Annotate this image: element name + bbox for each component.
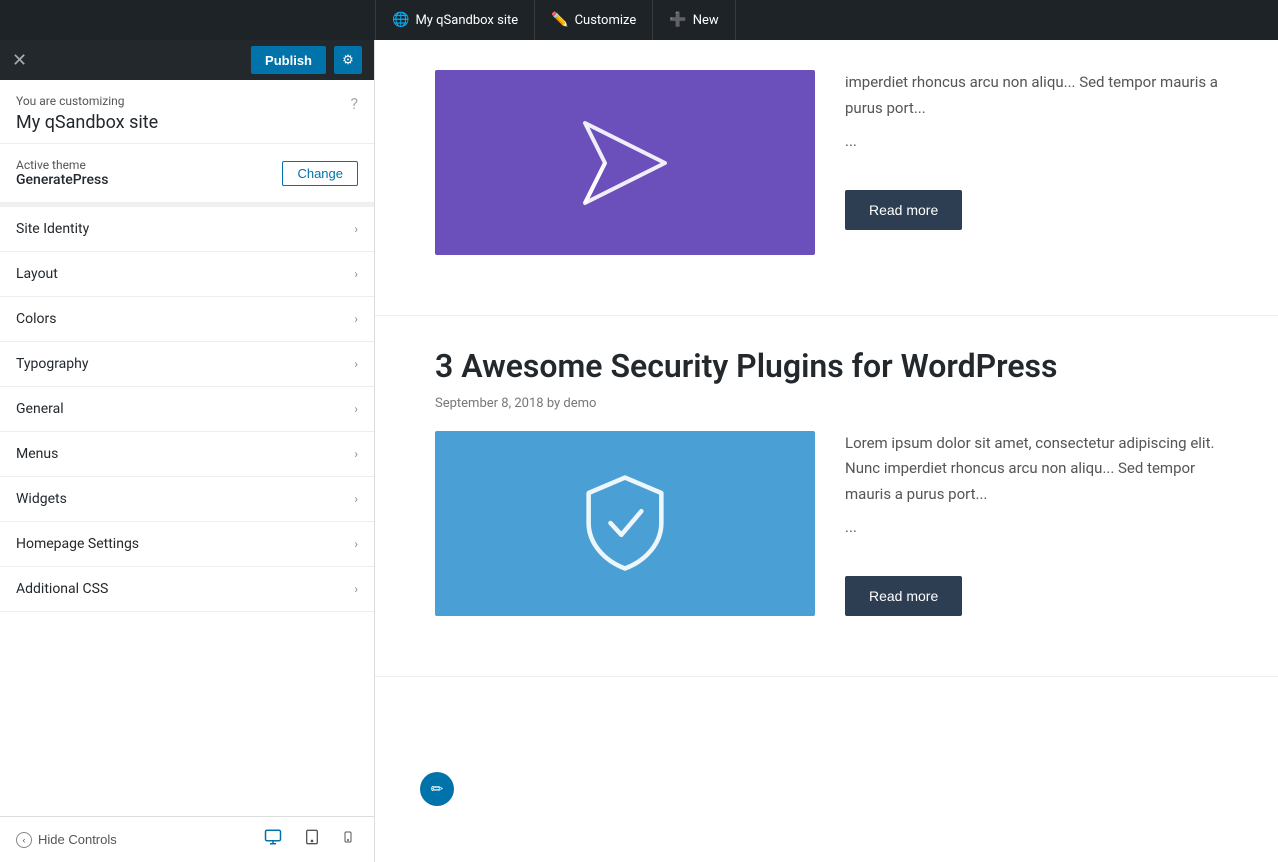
sidebar-menu: Site Identity › Layout › Colors › Typogr… [0, 207, 374, 816]
post-image-2 [435, 431, 815, 616]
active-theme-label: Active theme [16, 158, 108, 172]
main-layout: ✕ Publish ⚙ You are customizing My qSand… [0, 40, 1278, 862]
customize-icon: ✏️ [551, 12, 568, 28]
desktop-icon [264, 828, 282, 846]
read-more-button-1[interactable]: Read more [845, 190, 962, 230]
colors-label: Colors [16, 311, 56, 327]
sidebar-item-menus[interactable]: Menus › [0, 432, 374, 477]
top-bar-tabs: 🌐 My qSandbox site ✏️ Customize ➕ New [375, 0, 736, 40]
post-image-1 [435, 70, 815, 255]
tab-my-site-label: My qSandbox site [415, 13, 518, 28]
chevron-right-icon: › [354, 492, 358, 506]
top-bar: 🌐 My qSandbox site ✏️ Customize ➕ New [0, 0, 1278, 40]
typography-label: Typography [16, 356, 88, 372]
sidebar-item-layout[interactable]: Layout › [0, 252, 374, 297]
main-content: imperdiet rhoncus arcu non aliqu... Sed … [375, 40, 1278, 862]
new-icon: ➕ [669, 12, 686, 28]
sidebar-item-homepage-settings[interactable]: Homepage Settings › [0, 522, 374, 567]
chevron-right-icon: › [354, 582, 358, 596]
close-button[interactable]: ✕ [12, 51, 27, 69]
publish-actions: Publish ⚙ [251, 46, 362, 74]
mobile-device-button[interactable] [338, 824, 358, 855]
arrow-icon: ‹ [16, 832, 32, 848]
sidebar-item-general[interactable]: General › [0, 387, 374, 432]
homepage-settings-label: Homepage Settings [16, 536, 139, 552]
menus-label: Menus [16, 446, 58, 462]
sidebar-theme: Active theme GeneratePress Change [0, 144, 374, 203]
desktop-device-button[interactable] [260, 824, 286, 855]
sidebar-item-widgets[interactable]: Widgets › [0, 477, 374, 522]
layout-label: Layout [16, 266, 58, 282]
excerpt-dots-2: ... [845, 515, 1218, 541]
post-excerpt-1: imperdiet rhoncus arcu non aliqu... Sed … [845, 70, 1218, 255]
site-name: My qSandbox site [16, 112, 158, 133]
tab-my-site[interactable]: 🌐 My qSandbox site [375, 0, 535, 40]
help-icon[interactable]: ? [350, 94, 358, 113]
chevron-right-icon: › [354, 222, 358, 236]
chevron-right-icon: › [354, 267, 358, 281]
close-icon: ✕ [12, 50, 27, 70]
shield-check-icon [575, 473, 675, 573]
additional-css-label: Additional CSS [16, 581, 108, 597]
chevron-right-icon: › [354, 402, 358, 416]
site-identity-label: Site Identity [16, 221, 89, 237]
sidebar-meta: You are customizing My qSandbox site ? [0, 80, 374, 144]
sidebar-item-colors[interactable]: Colors › [0, 297, 374, 342]
pencil-icon: ✏ [431, 780, 444, 798]
sidebar-footer: ‹ Hide Controls [0, 816, 374, 862]
hide-controls-button[interactable]: ‹ Hide Controls [16, 832, 117, 848]
chevron-right-icon: › [354, 312, 358, 326]
tablet-device-button[interactable] [300, 824, 324, 855]
theme-name: GeneratePress [16, 172, 108, 188]
customizing-label: You are customizing [16, 94, 158, 108]
excerpt-text-2: Lorem ipsum dolor sit amet, consectetur … [845, 431, 1218, 508]
general-label: General [16, 401, 64, 417]
edit-pencil-button[interactable]: ✏ [420, 772, 454, 806]
sidebar-header: ✕ Publish ⚙ [0, 40, 374, 80]
chevron-right-icon: › [354, 447, 358, 461]
tab-customize[interactable]: ✏️ Customize [535, 0, 653, 40]
device-switcher [260, 824, 358, 855]
post-top: imperdiet rhoncus arcu non aliqu... Sed … [435, 70, 1218, 255]
site-icon: 🌐 [392, 12, 409, 28]
tab-new-label: New [693, 13, 719, 28]
blog-post-2: 3 Awesome Security Plugins for WordPress… [375, 316, 1278, 677]
chevron-right-icon: › [354, 357, 358, 371]
read-more-button-2[interactable]: Read more [845, 576, 962, 616]
sidebar-item-typography[interactable]: Typography › [0, 342, 374, 387]
post-excerpt-2: Lorem ipsum dolor sit amet, consectetur … [845, 431, 1218, 617]
settings-button[interactable]: ⚙ [334, 46, 362, 74]
sidebar-item-site-identity[interactable]: Site Identity › [0, 207, 374, 252]
tab-new[interactable]: ➕ New [653, 0, 735, 40]
sidebar: ✕ Publish ⚙ You are customizing My qSand… [0, 40, 375, 862]
tablet-icon [304, 828, 320, 846]
theme-info: Active theme GeneratePress [16, 158, 108, 188]
hide-controls-label: Hide Controls [38, 832, 117, 847]
excerpt-text-1: imperdiet rhoncus arcu non aliqu... Sed … [845, 70, 1218, 121]
paper-plane-icon [575, 113, 675, 213]
publish-button[interactable]: Publish [251, 46, 326, 74]
post-top-2: Lorem ipsum dolor sit amet, consectetur … [435, 431, 1218, 617]
widgets-label: Widgets [16, 491, 67, 507]
post-meta-2: September 8, 2018 by demo [435, 396, 1218, 411]
change-theme-button[interactable]: Change [282, 161, 358, 186]
excerpt-dots-1: ... [845, 129, 1218, 155]
blog-post-1: imperdiet rhoncus arcu non aliqu... Sed … [375, 40, 1278, 316]
tab-customize-label: Customize [575, 13, 637, 28]
meta-text: You are customizing My qSandbox site [16, 94, 158, 133]
mobile-icon [342, 828, 354, 846]
sidebar-item-additional-css[interactable]: Additional CSS › [0, 567, 374, 612]
chevron-right-icon: › [354, 537, 358, 551]
settings-icon: ⚙ [342, 52, 354, 68]
post-title-2: 3 Awesome Security Plugins for WordPress [435, 346, 1218, 388]
